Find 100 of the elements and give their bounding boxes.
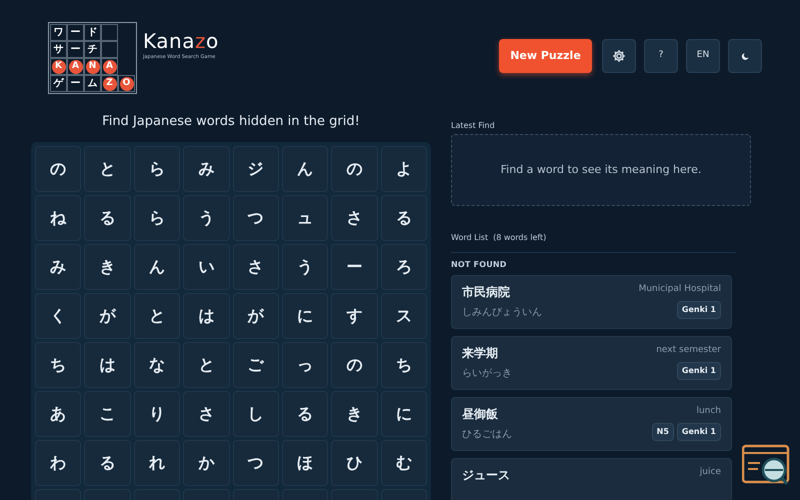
letter-tile[interactable]: さ [331, 195, 378, 241]
section-heading: Latest Find [451, 120, 496, 132]
letter-tile[interactable]: っ [282, 342, 328, 388]
letter-tile[interactable]: の [35, 146, 82, 192]
level-tag: Genki 1 [676, 422, 721, 440]
logo-tile: O [118, 75, 135, 92]
letter-tile[interactable]: は [183, 293, 230, 339]
letter-tile[interactable]: る [84, 440, 131, 486]
words-left-count: (8 words left) [493, 232, 546, 244]
letter-tile[interactable]: う [183, 195, 230, 241]
letter-tile[interactable]: よ [380, 146, 427, 192]
logo-text: z [194, 30, 206, 52]
letter-tile[interactable]: れ [134, 440, 180, 486]
word-text: ジュース [462, 467, 510, 484]
letter-tile[interactable]: ュ [282, 195, 328, 241]
letter-tile[interactable]: が [232, 293, 279, 339]
settings-button[interactable] [602, 39, 636, 73]
letter-tile[interactable]: な [134, 342, 180, 388]
word-text: 来学期 [462, 345, 499, 362]
logo-tile: Z [101, 75, 118, 92]
letter-tile[interactable]: き [331, 391, 378, 437]
logo-tile: A [67, 58, 84, 75]
moon-icon [740, 52, 750, 60]
logo-tile: ー [67, 24, 84, 41]
empty-message: Find a word to see its meaning here. [500, 162, 702, 178]
letter-tile[interactable]: し [232, 391, 279, 437]
letter-tile[interactable]: さ [232, 244, 279, 290]
letter-tile[interactable]: く [35, 293, 82, 339]
logo-tile: ド [84, 24, 101, 41]
letter-tile[interactable]: ね [35, 195, 82, 241]
letter-tile[interactable]: と [84, 146, 131, 192]
letter-tile[interactable]: い [183, 244, 230, 290]
logo-text: o [206, 30, 219, 52]
letter-tile[interactable]: の [331, 342, 378, 388]
letter-tile[interactable]: す [331, 293, 378, 339]
word-meaning: next semester [656, 344, 721, 357]
letter-tile[interactable]: ろ [380, 244, 427, 290]
letter-tile[interactable]: わ [35, 440, 82, 486]
logo-tile: N [84, 58, 101, 75]
toolbar-button[interactable]: ? [644, 39, 678, 73]
letter-tile[interactable]: う [282, 244, 328, 290]
theme-toggle-button[interactable] [728, 39, 762, 73]
logo-tile: ゲ [50, 75, 67, 92]
letter-tile[interactable]: ら [134, 146, 180, 192]
level-tag: Genki 1 [676, 362, 721, 380]
logo-tile: サ [50, 41, 67, 58]
instruction-text: Find Japanese words hidden in the grid! [101, 113, 361, 131]
letter-tile[interactable]: ス [380, 293, 427, 339]
letter-tile[interactable]: る [282, 391, 328, 437]
letter-tile[interactable]: り [134, 391, 180, 437]
letter-tile[interactable]: き [84, 244, 131, 290]
letter-tile[interactable]: ご [232, 342, 279, 388]
letter-tile[interactable]: ー [331, 244, 378, 290]
word-text: 昼御飯 [462, 406, 499, 423]
level-tag: N5 [652, 422, 674, 440]
letter-tile[interactable]: の [331, 146, 378, 192]
letter-tile[interactable]: ち [35, 342, 82, 388]
word-text: 市民病院 [462, 284, 511, 301]
word-reading: ひるごはん [462, 428, 512, 442]
letter-tile[interactable]: む [380, 440, 427, 486]
letter-tile[interactable]: に [380, 391, 427, 437]
logo-tile: ム [84, 75, 101, 92]
new-puzzle-button[interactable]: New Puzzle [499, 39, 592, 73]
letter-tile[interactable]: ほ [282, 440, 328, 486]
logo-tile: A [101, 58, 118, 75]
section-heading: Word List [451, 232, 488, 244]
word-meaning: lunch [696, 405, 721, 418]
letter-tile[interactable]: つ [232, 195, 279, 241]
logo-tile: ー [67, 41, 84, 58]
word-meaning: juice [700, 466, 721, 479]
letter-tile[interactable]: ち [380, 342, 427, 388]
word-meaning: Municipal Hospital [638, 283, 721, 296]
letter-tile[interactable]: ひ [331, 440, 378, 486]
letter-tile[interactable]: ん [134, 244, 180, 290]
letter-tile[interactable]: か [183, 440, 230, 486]
letter-tile[interactable]: あ [35, 391, 82, 437]
letter-tile[interactable]: ジ [232, 146, 279, 192]
letter-tile[interactable]: ん [282, 146, 328, 192]
word-reading: らいがっき [462, 367, 512, 381]
logo-tile: K [50, 58, 67, 75]
toolbar-button[interactable]: EN [686, 39, 720, 73]
letter-tile[interactable]: と [183, 342, 230, 388]
letter-tile[interactable]: る [380, 195, 427, 241]
letter-tile[interactable]: ら [134, 195, 180, 241]
letter-tile[interactable]: に [282, 293, 328, 339]
letter-tile[interactable]: つ [232, 440, 279, 486]
letter-tile[interactable]: る [84, 195, 131, 241]
letter-tile[interactable]: こ [84, 391, 131, 437]
letter-tile[interactable]: み [183, 146, 230, 192]
logo-tile: チ [84, 41, 101, 58]
letter-tile[interactable]: さ [183, 391, 230, 437]
letter-tile[interactable]: と [134, 293, 180, 339]
letter-tile[interactable]: み [35, 244, 82, 290]
floating-help-icon[interactable] [742, 444, 790, 488]
letter-tile[interactable]: は [84, 342, 131, 388]
word-reading: しみんびょういん [462, 306, 542, 320]
section-label: NOT FOUND [451, 259, 508, 271]
level-tag: Genki 1 [676, 300, 721, 318]
logo-text: Kana [143, 30, 195, 52]
letter-tile[interactable]: が [84, 293, 131, 339]
